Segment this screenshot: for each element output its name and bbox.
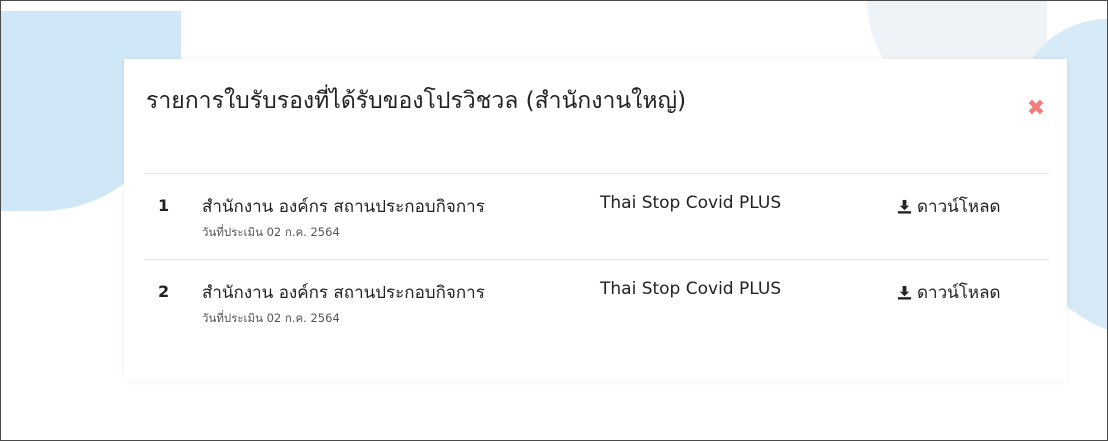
browser-viewport: รายการใบรับรองที่ได้รับของโปรวิชวล (สำนั…	[0, 0, 1108, 441]
download-label: ดาวน์โหลด	[917, 283, 1001, 303]
program-name: Thai Stop Covid PLUS	[600, 279, 782, 299]
download-label: ดาวน์โหลด	[917, 197, 1001, 217]
download-icon	[897, 199, 912, 214]
modal-title: รายการใบรับรองที่ได้รับของโปรวิชวล (สำนั…	[146, 88, 687, 114]
certificate-row: 1 สำนักงาน องค์กร สถานประกอบกิจการ วันที…	[144, 174, 1049, 260]
row-number: 2	[158, 282, 170, 301]
download-link[interactable]: ดาวน์โหลด	[897, 279, 1001, 306]
organization-name: สำนักงาน องค์กร สถานประกอบกิจการ	[202, 197, 485, 217]
download-icon	[897, 285, 912, 300]
program-name: Thai Stop Covid PLUS	[600, 193, 782, 213]
close-x-icon: ✖	[1026, 95, 1046, 121]
organization-name: สำนักงาน องค์กร สถานประกอบกิจการ	[202, 283, 485, 303]
certificate-row: 2 สำนักงาน องค์กร สถานประกอบกิจการ วันที…	[144, 260, 1049, 345]
close-button[interactable]: ✖	[1024, 95, 1048, 121]
assessment-date: วันที่ประเมิน 02 ก.ค. 2564	[202, 225, 340, 239]
row-number: 1	[158, 196, 170, 215]
assessment-date: วันที่ประเมิน 02 ก.ค. 2564	[202, 311, 340, 325]
download-link[interactable]: ดาวน์โหลด	[897, 193, 1001, 220]
certificates-modal: รายการใบรับรองที่ได้รับของโปรวิชวล (สำนั…	[124, 59, 1067, 381]
